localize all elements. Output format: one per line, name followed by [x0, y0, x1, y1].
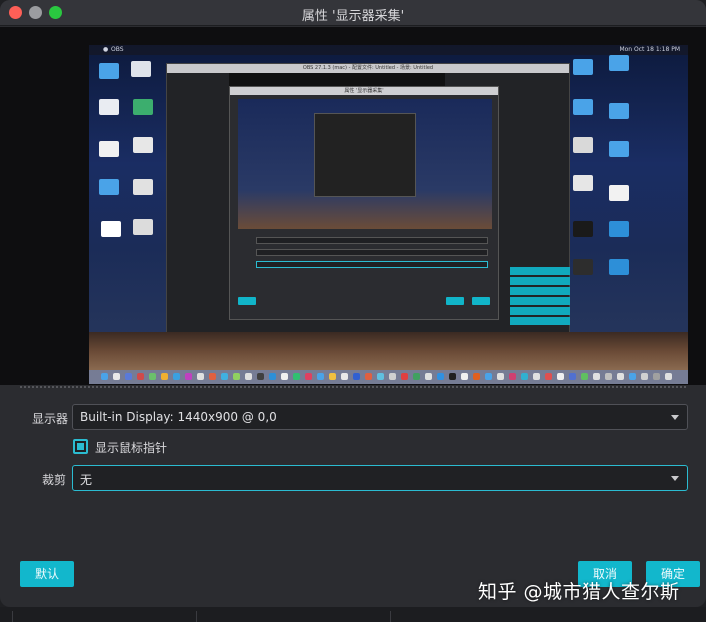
- desktop-file-icon: [99, 99, 119, 115]
- nested-properties-dialog: 属性 '显示器采集': [229, 86, 499, 320]
- title-bar: 属性 '显示器采集': [0, 0, 706, 26]
- nested-default-button: [238, 297, 256, 305]
- captured-dock: [89, 370, 688, 384]
- window-title: 属性 '显示器采集': [301, 9, 405, 24]
- desktop-folder-icon: [609, 103, 629, 119]
- background-window-strip: [0, 607, 706, 622]
- preview-splitter[interactable]: [20, 386, 686, 388]
- desktop-folder-icon: [99, 179, 119, 195]
- desktop-file-icon: [133, 219, 153, 235]
- captured-wallpaper-city: [89, 332, 688, 370]
- nested-dialog-title: 属性 '显示器采集': [230, 87, 498, 95]
- desktop-obs-icon: [573, 221, 593, 237]
- chevron-down-icon: [671, 415, 679, 420]
- nested-display-field: [256, 237, 488, 244]
- desktop-file-icon: [99, 141, 119, 157]
- desktop-file-icon: [573, 175, 593, 191]
- captured-obs-title: OBS 27.1.3 (mac) - 配置文件: Untitled - 场景: …: [167, 64, 569, 73]
- capture-preview: ● OBS Mon Oct 18 1:18 PM OBS 27.1.3 (mac…: [0, 27, 706, 385]
- nested-crop-field: [256, 261, 488, 268]
- show-cursor-checkbox[interactable]: [73, 439, 88, 454]
- nested-preview: [238, 99, 492, 229]
- desktop-app-icon: [609, 221, 629, 237]
- desktop-file-icon: [609, 185, 629, 201]
- desktop-file-icon: [133, 137, 153, 153]
- crop-label: 裁剪: [42, 473, 67, 487]
- captured-menubar-clock: Mon Oct 18 1:18 PM: [619, 46, 680, 53]
- desktop-file-icon: [133, 99, 153, 115]
- captured-obs-controls: [510, 267, 570, 327]
- desktop-folder-icon: [573, 99, 593, 115]
- nested-cursor-row: [256, 249, 488, 256]
- captured-screen: ● OBS Mon Oct 18 1:18 PM OBS 27.1.3 (mac…: [89, 45, 688, 384]
- crop-select-value: 无: [80, 473, 93, 487]
- captured-menubar-app: OBS: [111, 46, 124, 53]
- desktop-folder-icon: [99, 63, 119, 79]
- nested-ok-button: [472, 297, 490, 305]
- nested-preview-inner: [314, 113, 416, 197]
- desktop-folder-icon: [609, 55, 629, 71]
- crop-select[interactable]: 无: [72, 465, 688, 491]
- chevron-down-icon: [671, 476, 679, 481]
- default-button[interactable]: 默认: [20, 561, 74, 587]
- captured-menubar: ● OBS Mon Oct 18 1:18 PM: [89, 45, 688, 55]
- nested-cancel-button: [446, 297, 464, 305]
- desktop-qr-icon: [101, 221, 121, 237]
- desktop-app-icon: [609, 259, 629, 275]
- captured-apple-icon: ●: [103, 46, 109, 53]
- desktop-folder-icon: [609, 141, 629, 157]
- desktop-file-icon: [573, 137, 593, 153]
- desktop-file-icon: [133, 179, 153, 195]
- desktop-folder-icon: [573, 59, 593, 75]
- properties-window: 属性 '显示器采集' ● OBS Mon Oct 18 1:18 PM OBS …: [0, 0, 706, 607]
- display-label: 显示器: [32, 412, 69, 426]
- display-select-value: Built-in Display: 1440x900 @ 0,0: [80, 410, 277, 424]
- show-cursor-label[interactable]: 显示鼠标指针: [95, 439, 167, 456]
- desktop-file-icon: [573, 259, 593, 275]
- watermark-text: 知乎 @城市猎人查尔斯: [478, 581, 680, 603]
- desktop-file-icon: [131, 61, 151, 77]
- display-select[interactable]: Built-in Display: 1440x900 @ 0,0: [72, 404, 688, 430]
